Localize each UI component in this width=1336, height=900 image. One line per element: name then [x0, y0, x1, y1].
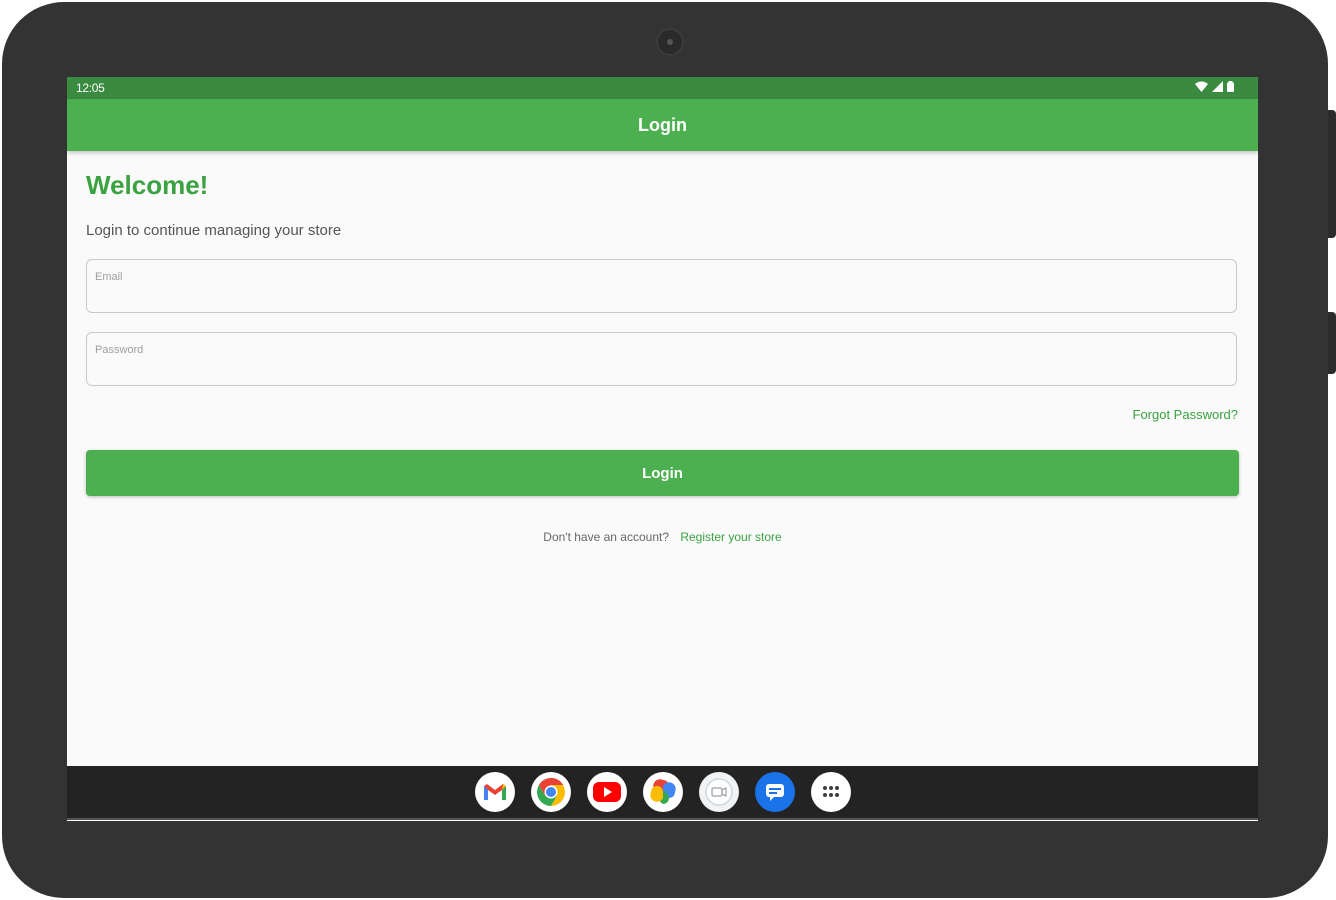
gmail-icon[interactable]: [475, 772, 515, 812]
youtube-icon[interactable]: [587, 772, 627, 812]
welcome-heading: Welcome!: [86, 170, 209, 200]
messages-icon[interactable]: [755, 772, 795, 812]
wifi-icon: [1195, 81, 1208, 95]
login-subtitle: Login to continue managing your store: [86, 222, 342, 239]
app-drawer-icon[interactable]: [811, 772, 851, 812]
chrome-icon[interactable]: [531, 772, 571, 812]
battery-icon: [1227, 81, 1234, 95]
app-dock: [475, 772, 851, 812]
photos-icon[interactable]: [643, 772, 683, 812]
signal-icon: [1212, 81, 1223, 95]
register-row: Don't have an account? Register your sto…: [67, 530, 1258, 544]
forgot-password-link[interactable]: Forgot Password?: [1133, 407, 1239, 422]
volume-button: [1328, 312, 1336, 374]
password-field[interactable]: [86, 332, 1237, 386]
power-button: [1328, 110, 1336, 238]
status-time: 12:05: [76, 81, 105, 95]
app-bar: Login: [67, 99, 1258, 151]
register-prompt: Don't have an account?: [543, 530, 669, 544]
status-bar: 12:05: [67, 77, 1258, 99]
password-input[interactable]: [87, 333, 1236, 385]
email-field[interactable]: [86, 259, 1237, 313]
screen: 12:05 Login Welcome! Login to continue m…: [67, 77, 1258, 821]
email-input[interactable]: [87, 260, 1236, 312]
taskbar: [67, 766, 1258, 820]
status-icons: [1195, 81, 1234, 95]
meet-icon[interactable]: [699, 772, 739, 812]
login-button[interactable]: Login: [86, 450, 1239, 496]
register-store-link[interactable]: Register your store: [680, 530, 781, 544]
front-camera: [656, 28, 684, 56]
app-bar-title: Login: [638, 115, 687, 135]
